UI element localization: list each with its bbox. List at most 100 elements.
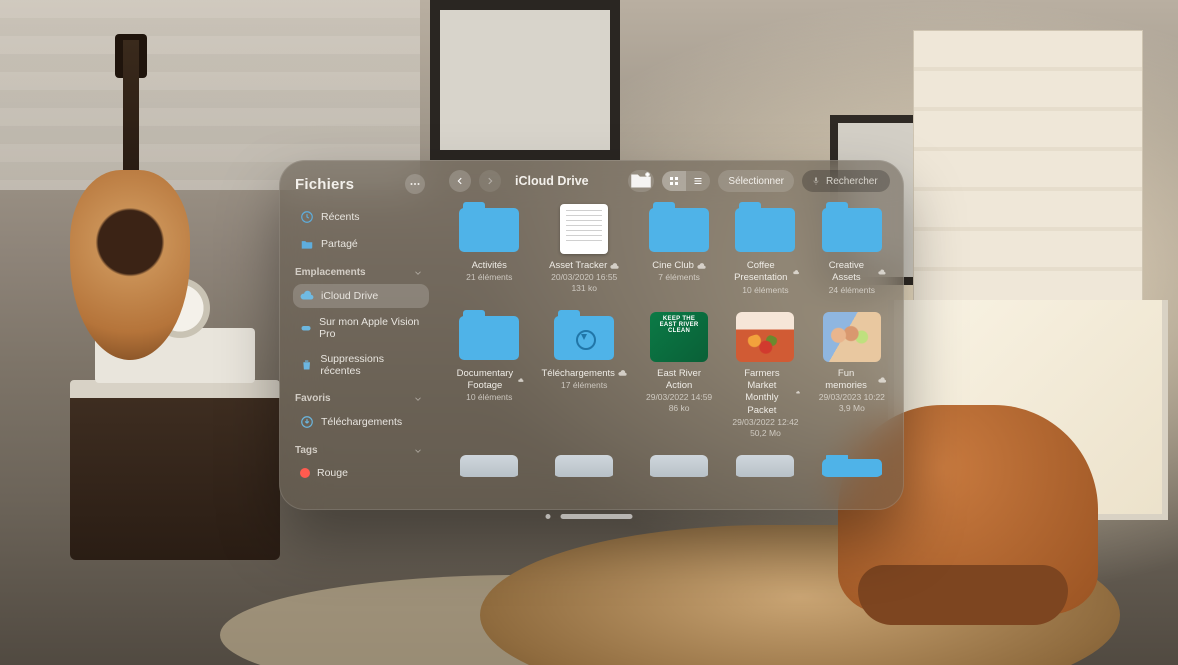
image-thumbnail: KEEP THE EAST RIVER CLEAN: [647, 312, 711, 362]
sidebar: Fichiers Récents Partagé Emplacements iC…: [279, 160, 437, 510]
section-label: Tags: [295, 445, 318, 456]
sidebar-section-favorites[interactable]: Favoris: [293, 385, 429, 407]
sidebar-section-tags[interactable]: Tags: [293, 437, 429, 459]
shared-folder-icon: [300, 237, 314, 251]
image-thumbnail: [457, 455, 521, 477]
file-item[interactable]: Asset Tracker20/03/2020 16:55131 ko: [542, 204, 627, 296]
file-meta: 131 ko: [571, 283, 597, 294]
file-item[interactable]: [731, 455, 799, 483]
image-thumbnail: [552, 455, 616, 477]
cloud-icon: [878, 376, 886, 385]
folder-icon: [457, 312, 521, 362]
select-label: Sélectionner: [728, 176, 784, 187]
file-item[interactable]: [818, 455, 886, 483]
view-mode-toggle[interactable]: [662, 171, 710, 191]
chevron-down-icon: [413, 394, 423, 404]
file-item[interactable]: Fun memories29/03/2023 10:223,9 Mo: [818, 312, 886, 439]
back-button[interactable]: [449, 170, 471, 192]
file-item[interactable]: [455, 455, 524, 483]
image-thumbnail: [820, 312, 884, 362]
file-meta: 20/03/2020 16:55: [551, 272, 617, 283]
cloud-icon: [618, 369, 627, 378]
file-meta: 10 éléments: [466, 392, 512, 403]
select-button[interactable]: Sélectionner: [718, 170, 794, 192]
folder-icon: [457, 204, 521, 254]
clock-icon: [300, 210, 314, 224]
handle-bar-icon: [561, 514, 633, 519]
image-thumbnail: [733, 312, 797, 362]
file-item[interactable]: [542, 455, 627, 483]
tag-dot-icon: [300, 468, 310, 478]
file-item[interactable]: Documentary Footage10 éléments: [455, 312, 524, 439]
file-name: Documentary Footage: [455, 368, 515, 393]
sidebar-label: Suppressions récentes: [320, 353, 422, 377]
file-meta: 21 éléments: [466, 272, 512, 283]
sidebar-item-visionpro[interactable]: Sur mon Apple Vision Pro: [293, 311, 429, 345]
image-thumbnail: [733, 455, 797, 477]
sidebar-label: Sur mon Apple Vision Pro: [319, 316, 422, 340]
sidebar-label: iCloud Drive: [321, 290, 378, 302]
files-window: Fichiers Récents Partagé Emplacements iC…: [279, 160, 904, 510]
file-name: Cine Club: [652, 260, 694, 272]
cloud-icon: [878, 268, 886, 277]
section-label: Emplacements: [295, 267, 366, 278]
file-item[interactable]: [645, 455, 713, 483]
window-handle[interactable]: [546, 514, 633, 519]
file-item[interactable]: Farmers Market Monthly Packet29/03/2022 …: [731, 312, 799, 439]
sidebar-item-downloads[interactable]: Téléchargements: [293, 410, 429, 434]
search-placeholder: Rechercher: [826, 176, 878, 187]
new-folder-button[interactable]: [628, 170, 654, 192]
sidebar-item-shared[interactable]: Partagé: [293, 232, 429, 256]
file-name: Téléchargements: [542, 368, 615, 380]
folder-icon: [820, 455, 884, 477]
mic-icon: [811, 176, 821, 186]
file-item[interactable]: Cine Club7 éléments: [645, 204, 713, 296]
download-circle-icon: [300, 415, 314, 429]
file-grid-scroll[interactable]: Activités21 éléments Asset Tracker20/03/2…: [437, 198, 904, 510]
sidebar-item-recents[interactable]: Récents: [293, 205, 429, 229]
sidebar-item-recently-deleted[interactable]: Suppressions récentes: [293, 348, 429, 382]
file-meta: 29/03/2023 10:22: [819, 392, 885, 403]
sidebar-section-locations[interactable]: Emplacements: [293, 259, 429, 281]
breadcrumb: iCloud Drive: [515, 174, 589, 188]
file-name: East River Action: [645, 368, 713, 393]
ellipsis-icon: [409, 178, 421, 190]
file-meta: 17 éléments: [561, 380, 607, 391]
file-grid: Activités21 éléments Asset Tracker20/03/2…: [455, 204, 886, 483]
cloud-icon: [610, 262, 619, 271]
more-button[interactable]: [405, 174, 425, 194]
file-item[interactable]: Téléchargements17 éléments: [542, 312, 627, 439]
window-blind: [913, 30, 1143, 310]
handle-dot-icon: [546, 514, 551, 519]
sidebar-label: Partagé: [321, 238, 358, 250]
forward-button[interactable]: [479, 170, 501, 192]
file-meta: 29/03/2022 12:42: [732, 417, 798, 428]
view-grid-button[interactable]: [662, 171, 686, 191]
file-name: Coffee Presentation: [731, 260, 790, 285]
file-item[interactable]: Creative Assets24 éléments: [818, 204, 886, 296]
picture-frame-1: [430, 0, 620, 160]
list-icon: [692, 175, 704, 187]
view-list-button[interactable]: [686, 171, 710, 191]
file-item[interactable]: Activités21 éléments: [455, 204, 524, 296]
folder-icon: [733, 204, 797, 254]
toolbar: iCloud Drive Sélectionner Rechercher: [437, 160, 904, 198]
sidebar-item-tag-red[interactable]: Rouge: [293, 462, 429, 484]
downloads-folder-icon: [552, 312, 616, 362]
cloud-icon: [697, 262, 706, 271]
chevron-down-icon: [413, 268, 423, 278]
file-item[interactable]: KEEP THE EAST RIVER CLEAN East River Acti…: [645, 312, 713, 439]
folder-icon: [820, 204, 884, 254]
search-input[interactable]: Rechercher: [802, 170, 890, 192]
chevron-down-icon: [413, 446, 423, 456]
file-item[interactable]: Coffee Presentation10 éléments: [731, 204, 799, 296]
sidebar-item-icloud-drive[interactable]: iCloud Drive: [293, 284, 429, 308]
app-title: Fichiers: [295, 176, 354, 193]
cloud-icon: [518, 376, 524, 385]
file-meta: 50,2 Mo: [750, 428, 781, 439]
trash-icon: [300, 358, 313, 372]
file-meta: 7 éléments: [658, 272, 700, 283]
cloud-icon: [796, 388, 800, 397]
file-name: Farmers Market Monthly Packet: [731, 368, 792, 417]
file-name: Creative Assets: [818, 260, 876, 285]
